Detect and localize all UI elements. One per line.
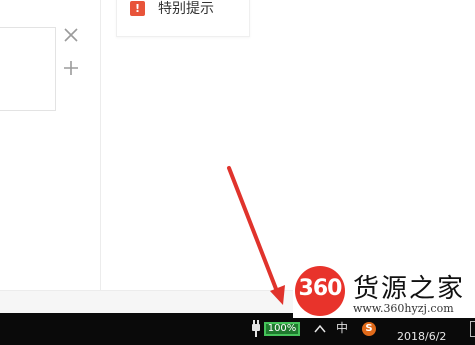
annotation-arrow	[227, 166, 285, 305]
arrow-shaft	[227, 166, 280, 296]
arrow-head	[270, 285, 285, 305]
